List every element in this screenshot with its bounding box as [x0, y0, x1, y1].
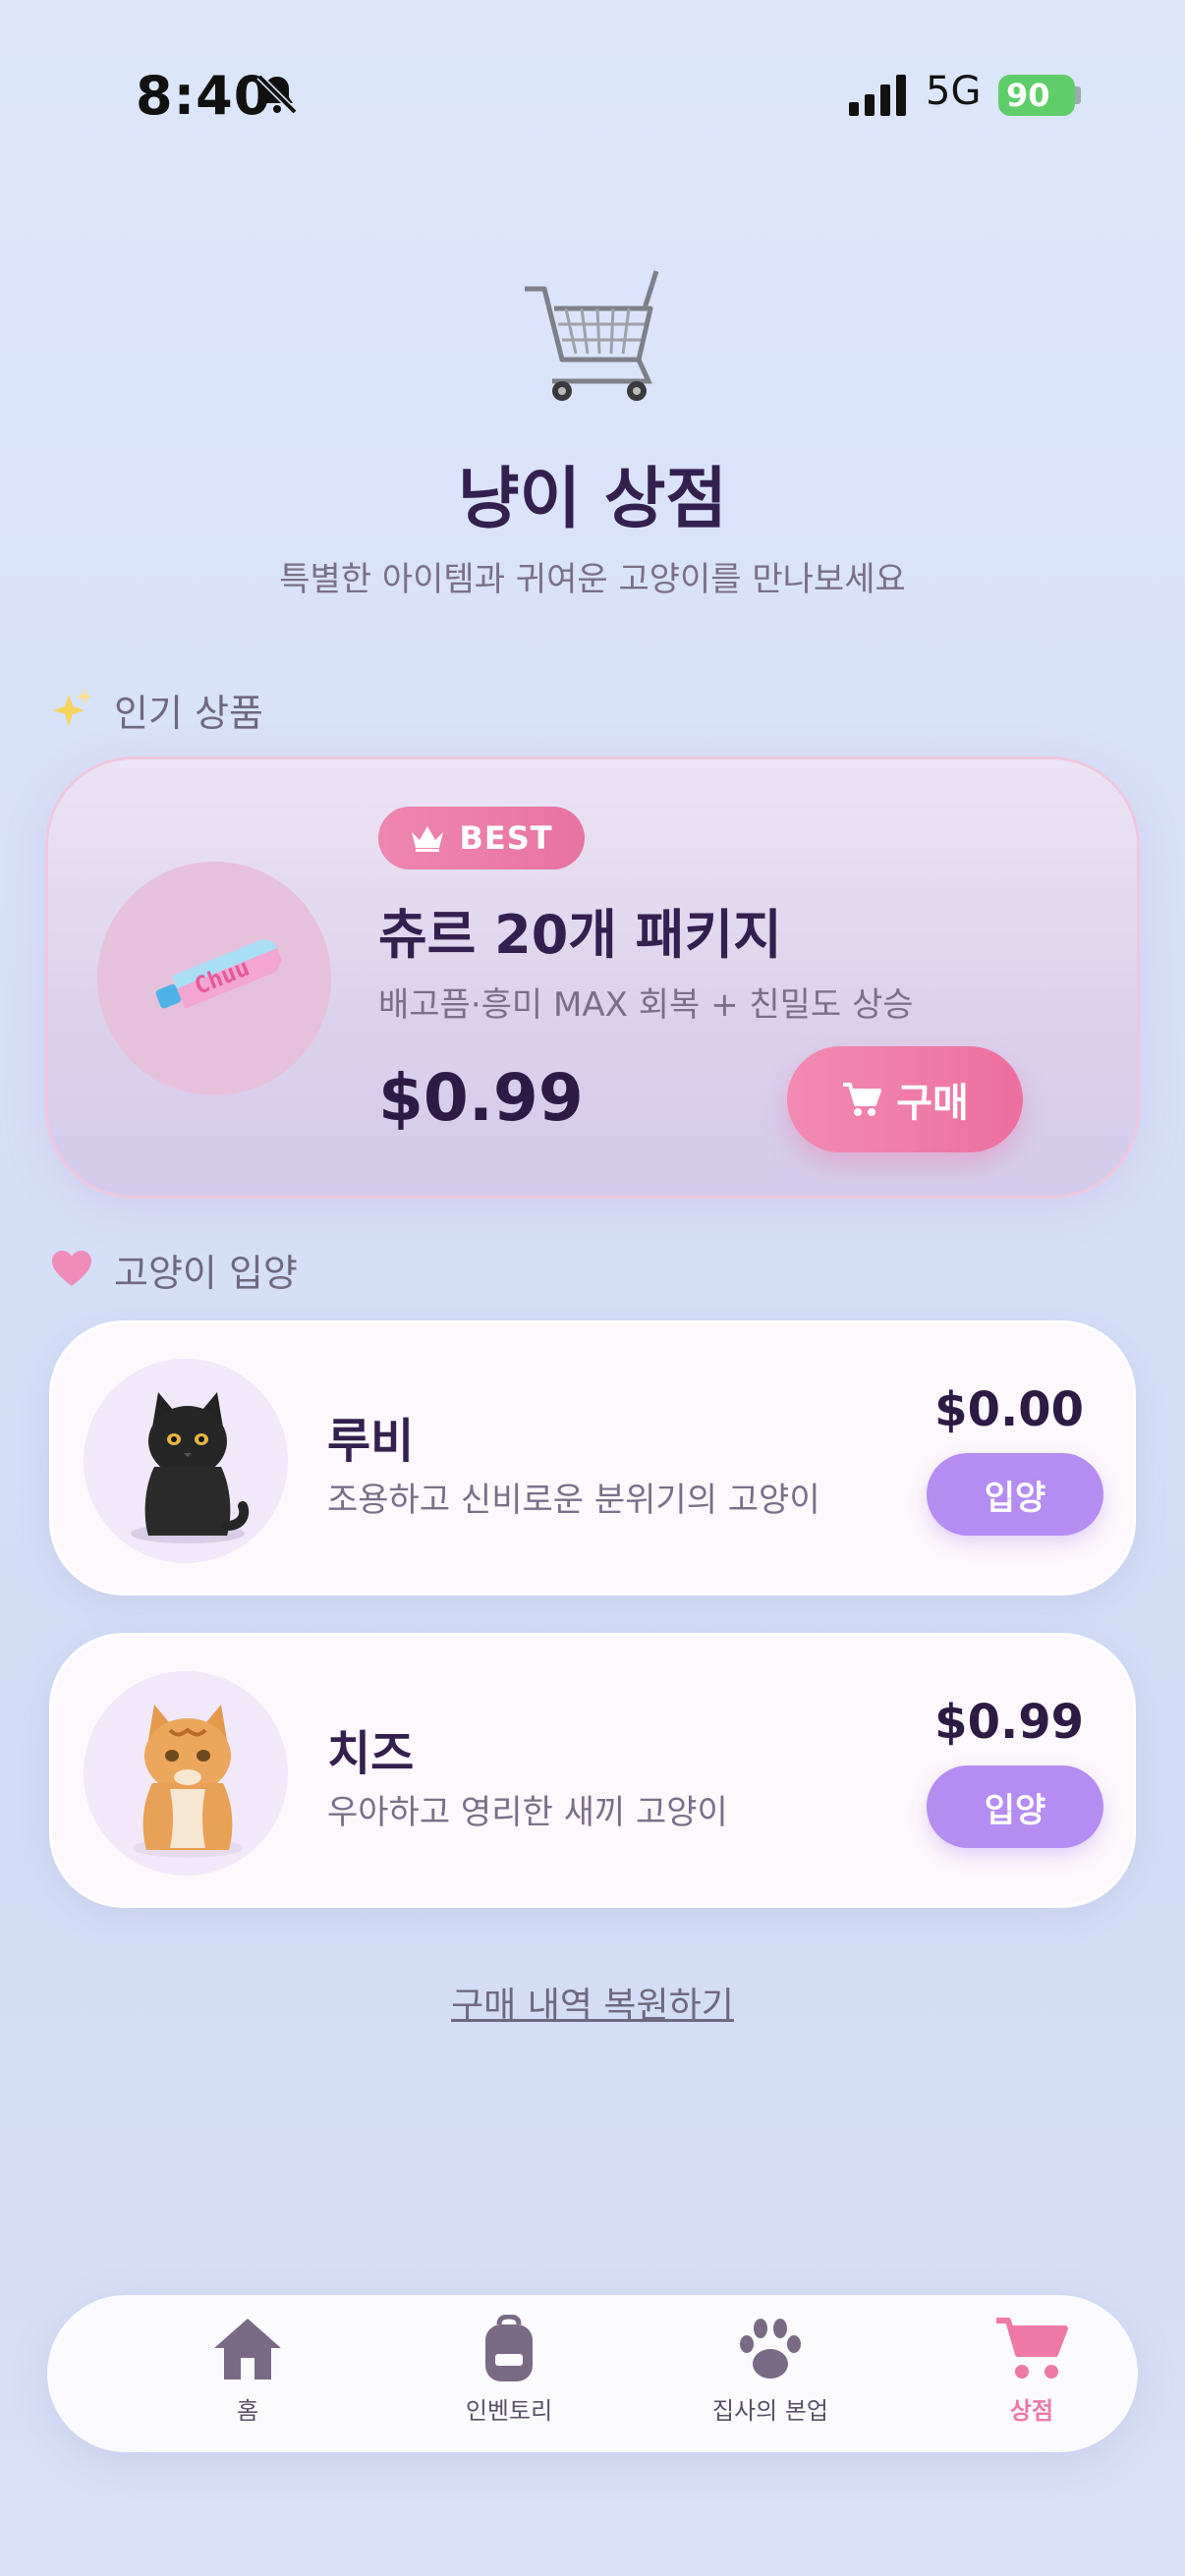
cat-description-ruby: 조용하고 신비로운 분위기의 고양이: [327, 1481, 820, 1520]
status-bar: 8:40 5G 90: [0, 0, 1185, 196]
featured-product-description: 배고픔·흥미 MAX 회복 + 친밀도 상승: [378, 985, 914, 1025]
cat-card-ruby[interactable]: 루비 조용하고 신비로운 분위기의 고양이 $0.00 입양: [49, 1320, 1136, 1596]
churu-tube-image: Chuu: [155, 938, 283, 1009]
page-title: 냥이 상점: [458, 461, 727, 538]
shopping-cart-icon: [525, 270, 659, 401]
tab-home-label: 홈: [236, 2397, 259, 2425]
battery-indicator: 90: [998, 75, 1075, 116]
orange-cat-image: [133, 1705, 243, 1858]
network-label: 5G: [926, 69, 982, 114]
cat-name-cheese: 치즈: [327, 1726, 415, 1781]
cat-price-cheese: $0.99: [934, 1695, 1084, 1750]
paw-icon: [740, 2319, 801, 2379]
sparkles-icon: [53, 689, 92, 726]
featured-product-price: $0.99: [378, 1060, 584, 1136]
cat-name-ruby: 루비: [327, 1414, 415, 1469]
cart-icon: [843, 1083, 882, 1116]
adopt-section-label: 고양이 입양: [114, 1251, 298, 1295]
signal-icon: [849, 75, 906, 116]
best-badge: BEST: [378, 807, 585, 869]
cart-icon: [996, 2318, 1068, 2379]
tab-bar: 홈 인벤토리 집사의 본업 상점: [47, 2295, 1138, 2452]
tab-inventory[interactable]: 인벤토리: [411, 2315, 607, 2442]
tab-work-label: 집사의 본업: [711, 2397, 829, 2425]
adopt-section-header: 고양이 입양: [49, 1242, 298, 1297]
cat-avatar-ruby: [84, 1359, 288, 1563]
black-cat-image: [131, 1392, 250, 1543]
tab-shop[interactable]: 상점: [933, 2315, 1130, 2442]
cat-price-ruby: $0.00: [934, 1382, 1084, 1437]
crown-icon: [412, 826, 444, 852]
best-badge-label: BEST: [459, 819, 553, 857]
heart-icon: [52, 1251, 91, 1286]
battery-tip: [1075, 86, 1081, 104]
tab-inventory-label: 인벤토리: [465, 2397, 553, 2425]
adopt-button-ruby[interactable]: 입양: [927, 1453, 1103, 1536]
battery-level: 90: [1006, 77, 1050, 114]
tab-home[interactable]: 홈: [149, 2315, 346, 2442]
status-time: 8:40: [136, 65, 272, 127]
cat-card-cheese[interactable]: 치즈 우아하고 영리한 새끼 고양이 $0.99 입양: [49, 1633, 1136, 1908]
cat-avatar-cheese: [84, 1671, 288, 1876]
buy-button[interactable]: 구매: [787, 1046, 1023, 1152]
restore-purchases-link[interactable]: 구매 내역 복원하기: [0, 1977, 1185, 2028]
tab-work[interactable]: 집사의 본업: [672, 2315, 869, 2442]
page-subtitle: 특별한 아이템과 귀여운 고양이를 만나보세요: [279, 560, 906, 599]
popular-section-header: 인기 상품: [49, 682, 263, 737]
featured-product-name: 츄르 20개 패키지: [378, 904, 782, 966]
backpack-icon: [485, 2315, 533, 2381]
buy-button-label: 구매: [896, 1081, 969, 1126]
popular-section-label: 인기 상품: [114, 691, 263, 735]
tab-shop-label: 상점: [1009, 2397, 1054, 2425]
bell-muted-icon: [256, 74, 298, 115]
cat-description-cheese: 우아하고 영리한 새끼 고양이: [327, 1793, 728, 1832]
adopt-button-cheese[interactable]: 입양: [927, 1765, 1103, 1848]
home-icon: [214, 2319, 281, 2380]
featured-product-card[interactable]: Chuu BEST 츄르 20개 패키지 배고픔·흥미 MAX 회복 + 친밀도…: [45, 756, 1140, 1199]
